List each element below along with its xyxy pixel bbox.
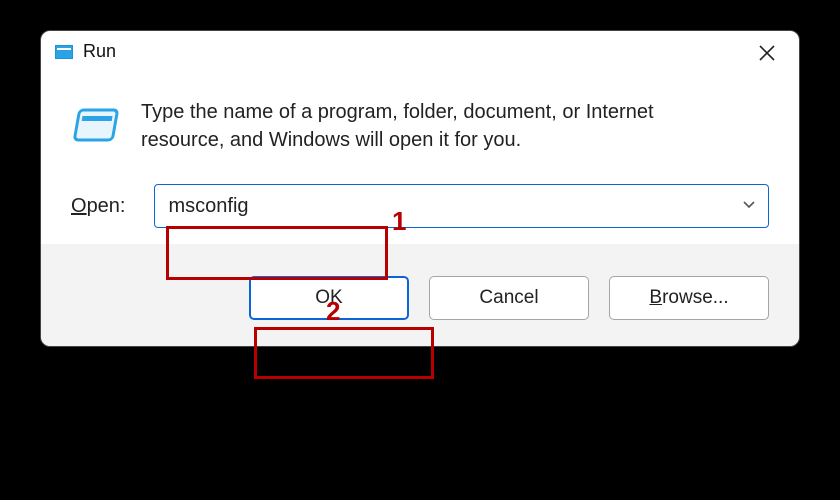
open-combobox[interactable] — [154, 184, 770, 228]
window-title: Run — [83, 41, 116, 62]
dialog-body: Type the name of a program, folder, docu… — [41, 70, 799, 164]
ok-button[interactable]: OK — [249, 276, 409, 320]
open-row: Open: — [41, 164, 799, 244]
run-dialog: Run Type the name of a program, folder, … — [40, 30, 800, 347]
button-row: OK Cancel Browse... — [41, 244, 799, 346]
cancel-button[interactable]: Cancel — [429, 276, 589, 320]
titlebar: Run — [41, 31, 799, 70]
run-app-icon — [71, 102, 119, 150]
open-input[interactable] — [169, 195, 729, 218]
run-title-icon — [55, 43, 73, 61]
browse-button[interactable]: Browse... — [609, 276, 769, 320]
close-icon — [759, 45, 775, 61]
chevron-down-icon[interactable] — [742, 197, 756, 215]
instruction-text: Type the name of a program, folder, docu… — [141, 98, 741, 154]
open-label: Open: — [71, 195, 126, 218]
close-button[interactable] — [743, 35, 791, 71]
